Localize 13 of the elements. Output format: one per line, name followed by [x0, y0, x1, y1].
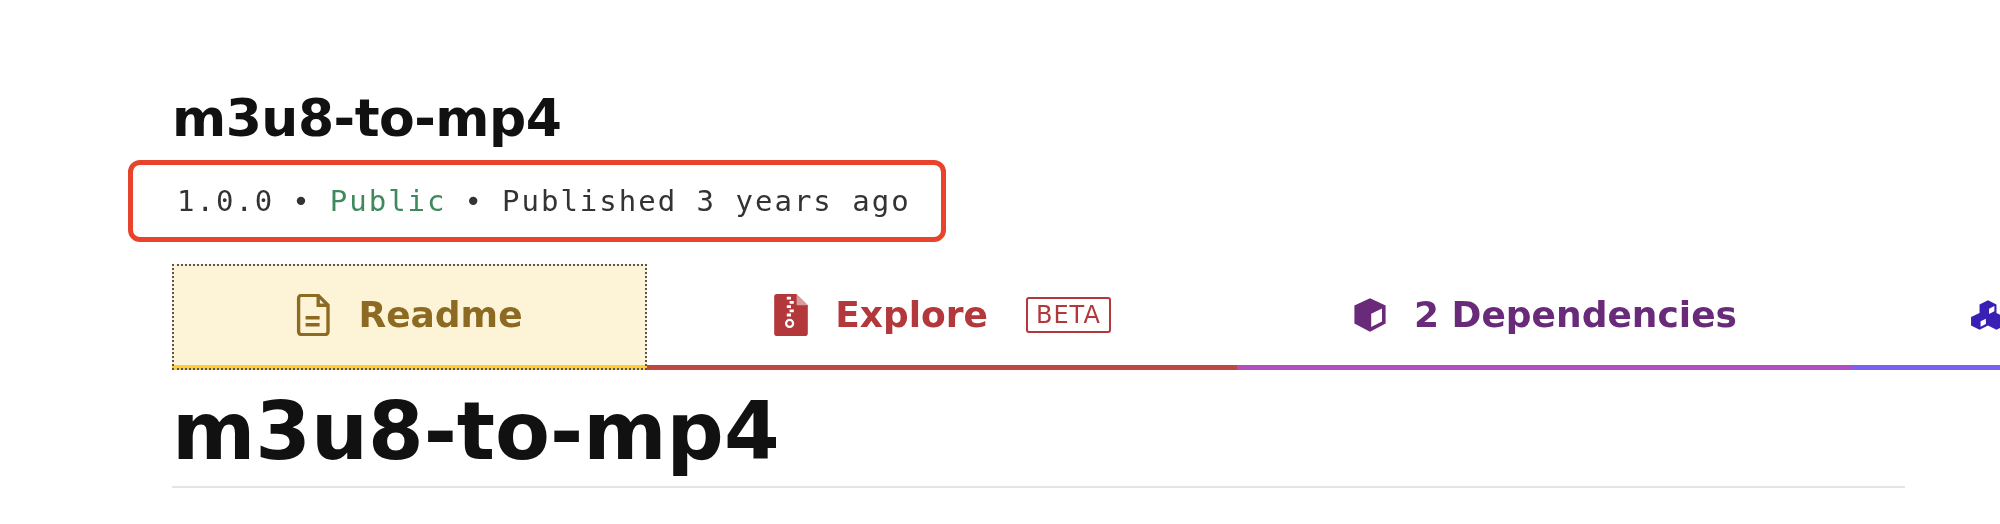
readme-heading: m3u8-to-mp4 — [172, 384, 781, 480]
meta-text: Published 3 years ago — [502, 184, 911, 218]
tab[interactable]: Readme — [172, 264, 647, 370]
package-title: m3u8-to-mp4 — [172, 87, 563, 150]
separator-dot: • — [464, 184, 484, 218]
tab[interactable]: Explore BETA — [647, 264, 1237, 370]
tab[interactable]: 2 Dependencies — [1237, 264, 1852, 370]
meta-text: 1.0.0 — [177, 184, 275, 218]
document-icon — [296, 293, 333, 336]
beta-badge: BETA — [1026, 296, 1111, 333]
visibility-label: Public — [329, 184, 447, 218]
zip-file-icon — [773, 293, 810, 336]
separator-dot: • — [292, 184, 312, 218]
